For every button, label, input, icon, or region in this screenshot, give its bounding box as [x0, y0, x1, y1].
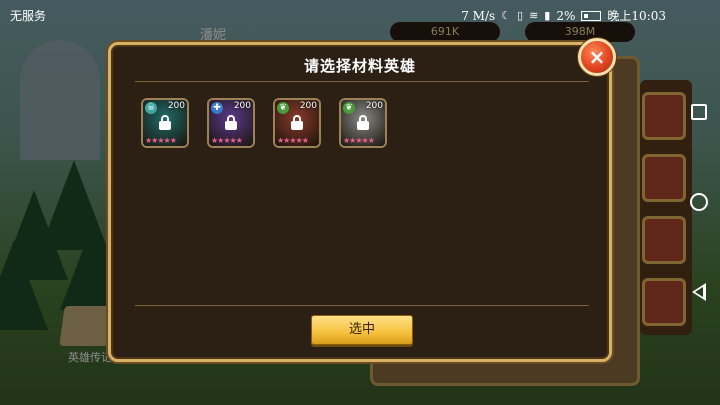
hero-card[interactable]: ❦ 200 ★★★★★: [273, 98, 321, 148]
hero-level: 200: [167, 101, 185, 111]
dialog-title: 请选择材料英雄: [303, 57, 416, 75]
select-button[interactable]: 选中: [311, 315, 413, 345]
clock: 晚上10:03: [607, 9, 666, 23]
title-divider: [135, 81, 589, 82]
lock-icon: [158, 115, 172, 130]
moon-icon: ☾: [501, 9, 512, 22]
wifi-icon: ≋: [529, 9, 539, 22]
square-icon: [691, 104, 707, 120]
vibrate-icon: ▯: [517, 9, 524, 22]
home-button[interactable]: [688, 191, 710, 213]
back-button[interactable]: [688, 281, 710, 303]
star-rating: ★★★★★: [211, 136, 243, 145]
star-rating: ★★★★★: [343, 136, 375, 145]
status-bar: 无服务 7 M/s ☾ ▯ ≋ ▮ 2% 晚上10:03: [0, 0, 720, 28]
star-rating: ★★★★★: [145, 136, 177, 145]
hero-card[interactable]: ☠ 200 ★★★★★: [141, 98, 189, 148]
leaf-element-icon: ❦: [343, 102, 355, 114]
lock-icon: [224, 115, 238, 130]
network-speed: 7 M/s: [461, 8, 496, 23]
close-icon: ×: [588, 45, 606, 69]
carrier-label: 无服务: [10, 9, 47, 23]
lock-icon: [290, 115, 304, 130]
hero-level: 200: [365, 101, 383, 111]
back-triangle-icon: [692, 283, 706, 301]
star-rating: ★★★★★: [277, 136, 309, 145]
close-button[interactable]: ×: [578, 38, 616, 76]
leaf-element-icon: ❦: [277, 102, 289, 114]
hero-card[interactable]: ❦ 200 ★★★★★: [339, 98, 387, 148]
skull-element-icon: ☠: [145, 102, 157, 114]
footer-divider: [135, 305, 589, 306]
hero-card[interactable]: ✚ 200 ★★★★★: [207, 98, 255, 148]
cross-element-icon: ✚: [211, 102, 223, 114]
battery-icon: [581, 10, 602, 21]
hero-level: 200: [299, 101, 317, 111]
circle-icon: [690, 193, 708, 211]
android-nav-bar: [680, 0, 720, 405]
recent-apps-button[interactable]: [688, 101, 710, 123]
lock-icon: [356, 115, 370, 130]
battery-percent: 2%: [556, 8, 576, 23]
hero-level: 200: [233, 101, 251, 111]
sim-icon: ▮: [544, 9, 551, 22]
select-material-hero-dialog: 请选择材料英雄 ☠ 200 ★★★★★ ✚ 200 ★★★★★ ❦ 200 ★★…: [108, 42, 612, 362]
